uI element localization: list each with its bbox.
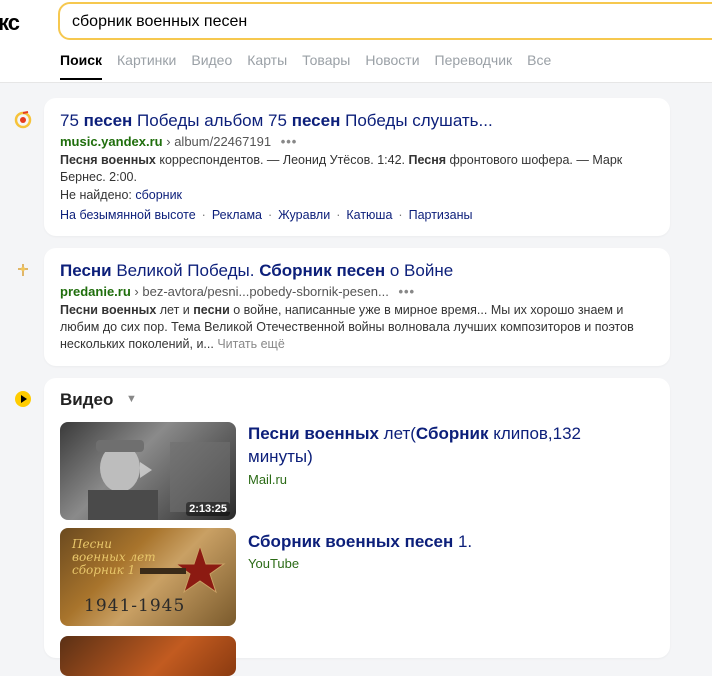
title-part: песен	[83, 111, 133, 130]
more-options-icon[interactable]: •••	[281, 134, 298, 149]
more-options-icon[interactable]: •••	[398, 284, 415, 299]
result-host: music.yandex.ru	[60, 134, 163, 149]
title-part: Победы альбом 75	[132, 111, 292, 130]
snippet-part: лет и	[156, 303, 194, 317]
title-part: песен	[291, 111, 341, 130]
not-found-label: Не найдено:	[60, 188, 132, 202]
yandex-logo[interactable]: кс	[0, 10, 20, 36]
tab-products[interactable]: Товары	[302, 52, 350, 78]
url-separator: ›	[134, 284, 139, 299]
search-tabs: Поиск Картинки Видео Карты Товары Новост…	[60, 52, 566, 80]
sitelink-partizany[interactable]: Партизаны	[409, 208, 473, 222]
snippet-part: Песня военных	[60, 153, 156, 167]
tab-images[interactable]: Картинки	[117, 52, 176, 78]
video-heading[interactable]: Видео	[60, 390, 113, 410]
title-part: 1.	[453, 532, 473, 551]
title-part: Победы слушать...	[340, 111, 493, 130]
tab-search[interactable]: Поиск	[60, 52, 103, 80]
separator-dot: ·	[201, 208, 206, 222]
video-title-link[interactable]: Сборник военных песен 1.	[248, 530, 628, 553]
result-url[interactable]: music.yandex.ru › album/22467191 •••	[60, 134, 297, 149]
title-part: о Войне	[385, 261, 454, 280]
result-snippet: Песня военных корреспондентов. — Леонид …	[60, 152, 656, 186]
not-found-word: сборник	[135, 188, 183, 202]
sitelink-reklama[interactable]: Реклама	[212, 208, 262, 222]
thumbnail-caption: Песни военных лет сборник 1	[72, 537, 156, 577]
chevron-down-icon[interactable]: ▼	[126, 393, 137, 405]
title-part: Песни военных	[248, 424, 379, 443]
header: кс Поиск Картинки Видео Карты Товары Нов…	[0, 0, 712, 83]
read-more-link[interactable]: Читать ещё	[217, 337, 284, 351]
tab-maps[interactable]: Карты	[247, 52, 287, 78]
video-thumbnail[interactable]: Песни военных лет сборник 1 1941-1945	[60, 528, 236, 626]
video-duration: 2:13:25	[186, 502, 230, 516]
video-source[interactable]: Mail.ru	[248, 472, 287, 487]
sitelinks: На безымянной высоте · Реклама · Журавли · Кат…	[60, 208, 473, 222]
predanie-favicon-icon	[18, 264, 28, 276]
video-title-link[interactable]: Песни военных лет(Сборник клипов,132 мин…	[248, 422, 628, 468]
video-source[interactable]: YouTube	[248, 556, 299, 571]
result-snippet: Песни военных лет и песни о войне, напис…	[60, 302, 656, 353]
sitelink-na-bezymyannoy-vysote[interactable]: На безымянной высоте	[60, 208, 196, 222]
not-found-line: Не найдено: сборник	[60, 188, 182, 202]
search-box[interactable]	[58, 2, 712, 40]
title-part: Песни	[60, 261, 112, 280]
video-block: Видео ▼ 2:13:25 Песни военных лет(Сборни…	[44, 378, 670, 676]
tab-translator[interactable]: Переводчик	[435, 52, 513, 78]
tab-news[interactable]: Новости	[365, 52, 419, 78]
thumbnail-year: 1941-1945	[84, 596, 186, 616]
snippet-part: песни	[193, 303, 230, 317]
snippet-part: Песни военных	[60, 303, 157, 317]
url-separator: ›	[166, 134, 171, 149]
result-path: bez-avtora/pesni...pobedy-sbornik-pesen.…	[142, 284, 389, 299]
title-part: 75	[60, 111, 84, 130]
separator-dot: ·	[267, 208, 273, 222]
sitelink-katyusha[interactable]: Катюша	[346, 208, 392, 222]
title-part: Сборник	[415, 424, 489, 443]
video-thumbnail[interactable]	[60, 636, 236, 676]
snippet-part: корреспондентов. — Леонид Утёсов. 1:42.	[155, 153, 409, 167]
title-part: лет(	[378, 424, 416, 443]
tab-all[interactable]: Все	[527, 52, 551, 78]
search-input[interactable]	[72, 10, 692, 34]
tab-video[interactable]: Видео	[191, 52, 232, 78]
search-result-music-yandex: 75 песен Победы альбом 75 песен Победы с…	[44, 98, 670, 236]
result-title[interactable]: 75 песен Победы альбом 75 песен Победы с…	[60, 111, 493, 131]
video-play-icon	[15, 391, 31, 407]
title-part: Сборник военных песен	[248, 532, 454, 551]
snippet-part: Песня	[408, 153, 447, 167]
result-path: album/22467191	[174, 134, 272, 149]
result-host: predanie.ru	[60, 284, 131, 299]
video-thumbnail[interactable]: 2:13:25	[60, 422, 236, 520]
title-part: Великой Победы.	[111, 261, 260, 280]
separator-dot: ·	[398, 208, 403, 222]
result-title[interactable]: Песни Великой Победы. Сборник песен о Во…	[60, 261, 453, 281]
title-part: Сборник песен	[259, 261, 386, 280]
search-result-predanie: Песни Великой Победы. Сборник песен о Во…	[44, 248, 670, 366]
result-url[interactable]: predanie.ru › bez-avtora/pesni...pobedy-…	[60, 284, 415, 299]
yandex-music-icon	[14, 111, 32, 129]
sitelink-zhuravli[interactable]: Журавли	[278, 208, 330, 222]
separator-dot: ·	[336, 208, 341, 222]
